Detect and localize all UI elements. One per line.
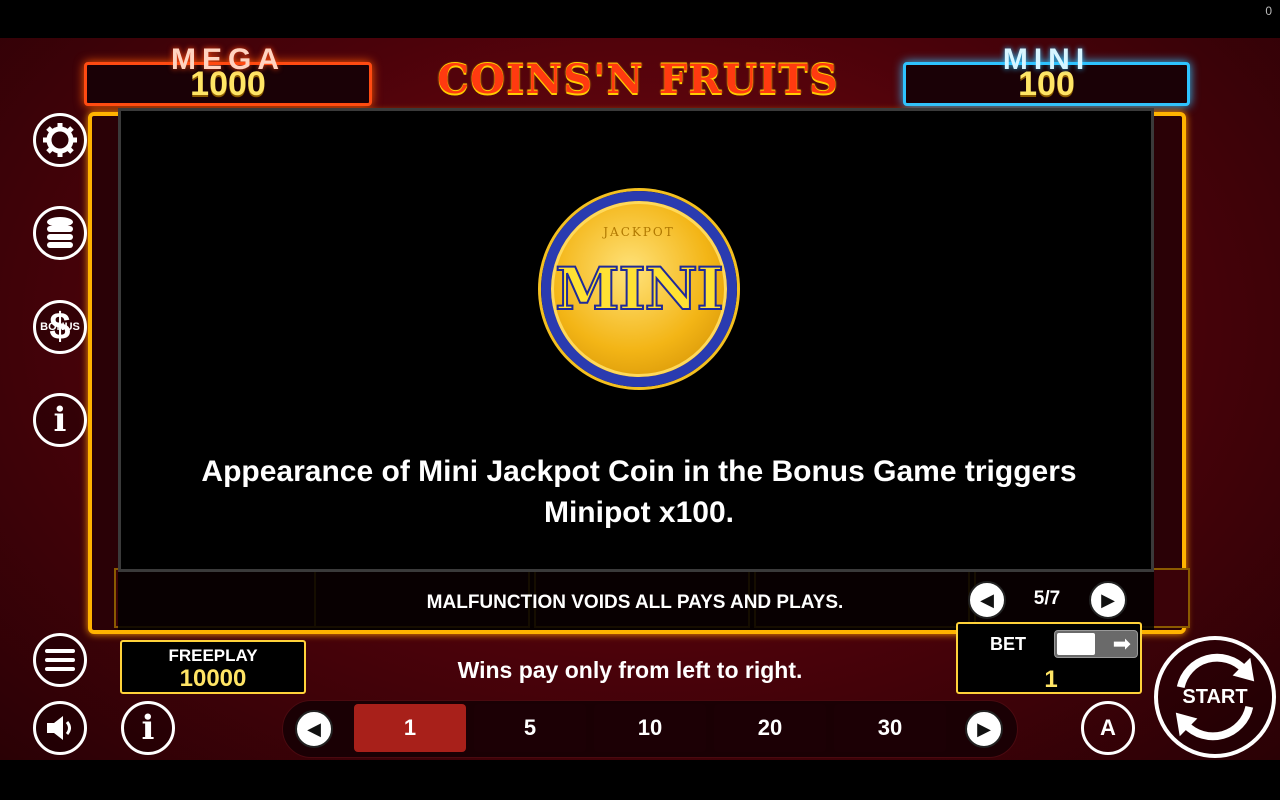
gear-icon	[43, 123, 77, 157]
lines-next-button[interactable]: ▶	[965, 710, 1003, 748]
line-option-30[interactable]: 30	[834, 704, 946, 752]
coin-label: MINI	[554, 254, 724, 324]
chevron-left-icon: ◀	[307, 718, 321, 739]
line-option-20[interactable]: 20	[714, 704, 826, 752]
coins-button[interactable]	[33, 206, 87, 260]
mega-jackpot-label: MEGA	[171, 43, 285, 76]
bet-value: 1	[1044, 666, 1058, 693]
coin-ring-text: JACKPOT	[603, 225, 675, 239]
info-icon: i	[141, 708, 155, 748]
bet-toggle[interactable]: ➡	[1054, 630, 1138, 658]
line-option-5[interactable]: 5	[474, 704, 586, 752]
freeplay-label: FREEPLAY	[168, 646, 258, 665]
line-option-1[interactable]: 1	[354, 704, 466, 752]
chevron-right-icon: ▶	[1101, 589, 1115, 610]
start-button[interactable]: START	[1154, 636, 1276, 758]
paytable-info-panel: JACKPOT MINI Appearance of Mini Jackpot …	[118, 108, 1154, 572]
mini-jackpot: MINI 100	[903, 43, 1190, 106]
mini-jackpot-coin-icon: JACKPOT MINI	[541, 191, 737, 387]
paytable-prev-button[interactable]: ◀	[968, 581, 1006, 619]
freeplay-balance: FREEPLAY 10000	[120, 640, 306, 694]
wins-notice: Wins pay only from left to right.	[457, 657, 803, 683]
info-button[interactable]: i	[33, 393, 87, 447]
autoplay-label: A	[1100, 715, 1116, 740]
paytable-description: Appearance of Mini Jackpot Coin in the B…	[201, 455, 1077, 529]
game-info-button[interactable]: i	[121, 701, 175, 755]
chevron-right-icon: ▶	[977, 718, 991, 739]
lines-prev-button[interactable]: ◀	[295, 710, 333, 748]
hamburger-menu-icon	[45, 649, 75, 671]
settings-button[interactable]	[33, 113, 87, 167]
info-icon: i	[53, 400, 67, 440]
paytable-page-indicator: 5/7	[1033, 588, 1061, 609]
bet-label: BET	[990, 634, 1026, 654]
freeplay-value: 10000	[179, 665, 247, 692]
bonus-button[interactable]: $ BONUS	[33, 300, 87, 354]
coin-stack-icon	[47, 217, 73, 248]
malfunction-notice: MALFUNCTION VOIDS ALL PAYS AND PLAYS.	[426, 592, 844, 613]
speaker-icon	[47, 716, 71, 740]
bet-panel: BET ➡ 1	[956, 622, 1142, 694]
paytable-next-button[interactable]: ▶	[1089, 581, 1127, 619]
corner-status: 0	[1265, 4, 1272, 18]
sound-button[interactable]	[33, 701, 87, 755]
chevron-left-icon: ◀	[980, 589, 994, 610]
toggle-knob	[1057, 633, 1095, 655]
start-label: START	[1182, 685, 1248, 708]
bonus-label: BONUS	[40, 321, 80, 333]
line-option-10[interactable]: 10	[594, 704, 706, 752]
arrow-right-icon: ➡	[1112, 631, 1131, 656]
autoplay-button[interactable]: A	[1081, 701, 1135, 755]
mega-jackpot: MEGA 1000	[84, 43, 372, 106]
mini-jackpot-label: MINI	[1002, 43, 1091, 76]
menu-button[interactable]	[33, 633, 87, 687]
